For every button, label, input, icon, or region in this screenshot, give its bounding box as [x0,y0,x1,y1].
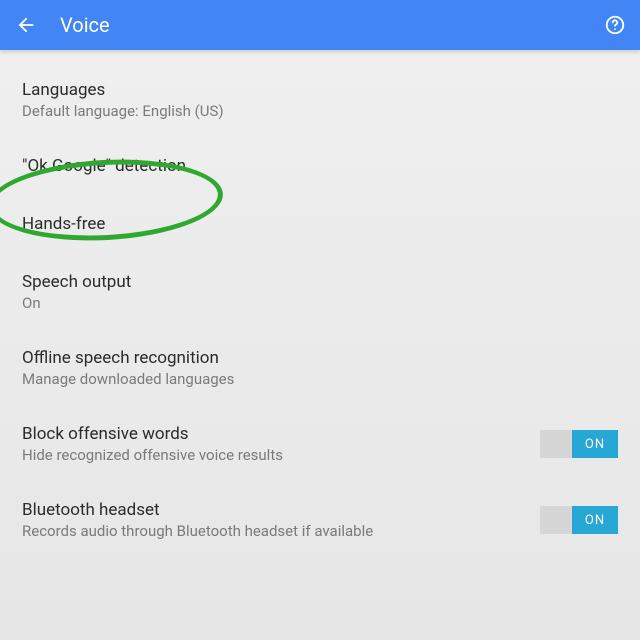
setting-subtitle: On [22,294,618,312]
back-arrow-icon[interactable] [14,13,38,37]
setting-subtitle: Manage downloaded languages [22,370,618,388]
setting-bluetooth-headset[interactable]: Bluetooth headset Records audio through … [22,488,618,554]
toggle-state-label: ON [572,430,618,458]
setting-speech-output[interactable]: Speech output On [22,260,618,326]
setting-title: "Ok Google" detection [22,156,618,176]
setting-ok-google-detection[interactable]: "Ok Google" detection [22,144,618,192]
toggle-block-offensive[interactable]: ON [540,430,618,458]
setting-block-offensive-words[interactable]: Block offensive words Hide recognized of… [22,412,618,478]
setting-title: Offline speech recognition [22,348,618,368]
toggle-state-label: ON [572,506,618,534]
setting-subtitle: Default language: English (US) [22,102,618,120]
setting-languages[interactable]: Languages Default language: English (US) [22,68,618,134]
setting-subtitle: Records audio through Bluetooth headset … [22,522,540,540]
setting-title: Speech output [22,272,618,292]
setting-subtitle: Hide recognized offensive voice results [22,446,540,464]
setting-title: Hands-free [22,214,618,234]
app-bar: Voice [0,0,640,50]
setting-offline-speech-recognition[interactable]: Offline speech recognition Manage downlo… [22,336,618,402]
settings-list: Languages Default language: English (US)… [0,50,640,554]
setting-hands-free[interactable]: Hands-free [22,202,618,250]
page-title: Voice [60,13,604,37]
setting-title: Block offensive words [22,424,540,444]
setting-title: Languages [22,80,618,100]
toggle-bluetooth-headset[interactable]: ON [540,506,618,534]
setting-title: Bluetooth headset [22,500,540,520]
help-icon[interactable] [604,14,626,36]
